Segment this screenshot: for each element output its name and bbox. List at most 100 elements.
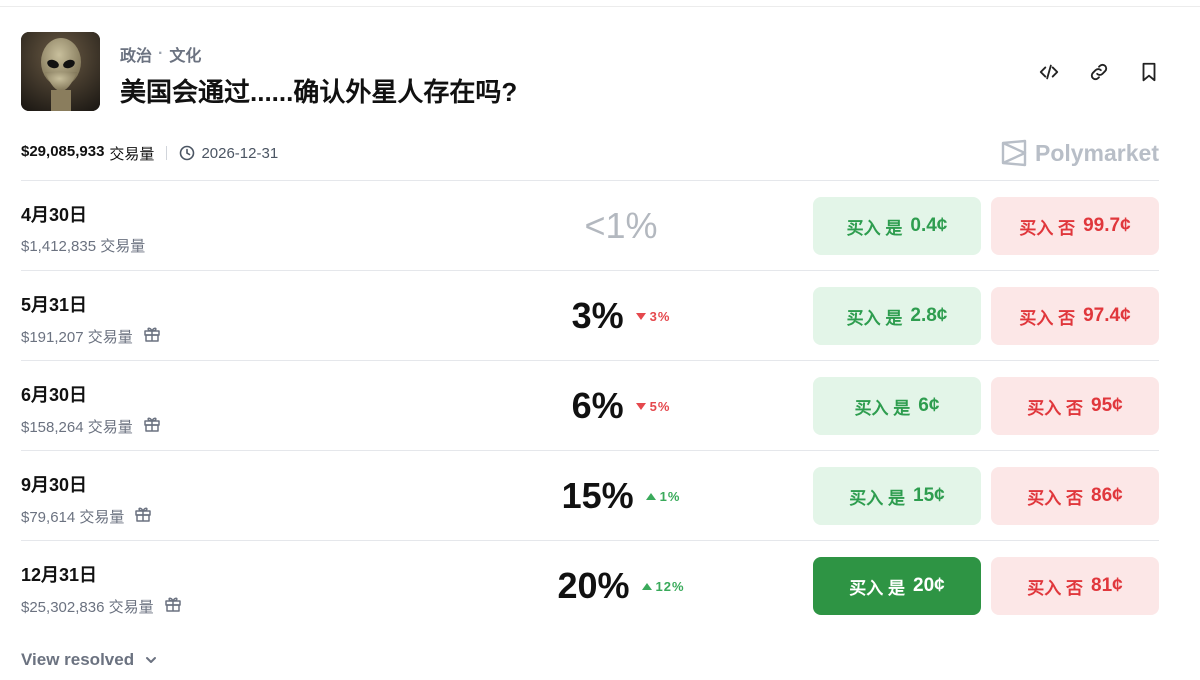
market-label[interactable]: 12月31日 — [21, 561, 182, 587]
market-probability: 3% 3% — [491, 271, 751, 361]
buy-yes-label: 买入 是 — [849, 488, 906, 508]
buy-yes-label: 买入 是 — [846, 308, 903, 328]
link-icon — [1090, 63, 1108, 81]
market-info: 9月30日 $79,614 交易量 — [21, 471, 152, 527]
gift-icon — [143, 415, 161, 437]
buy-yes-price: 0.4¢ — [910, 215, 948, 236]
buy-no-button[interactable]: 买入 否 97.4¢ — [991, 287, 1159, 345]
market-probability: <1% — [491, 181, 751, 271]
buy-no-price: 81¢ — [1091, 575, 1123, 596]
buy-yes-label: 买入 是 — [854, 398, 911, 418]
market-volume: $1,412,835 交易量 — [21, 238, 146, 255]
market-probability: 6% 5% — [491, 361, 751, 451]
total-volume-unit: 交易量 — [109, 145, 155, 163]
buy-no-label: 买入 否 — [1027, 488, 1084, 508]
market-list: 4月30日 $1,412,835 交易量 <1% 买入 是 0.4¢ 买入 否 99.7¢ 5… — [21, 180, 1159, 630]
probability-change: 1% — [645, 488, 681, 504]
market-info: 12月31日 $25,302,836 交易量 — [21, 561, 182, 617]
market-volume-line: $158,264 交易量 — [21, 415, 161, 437]
buy-yes-button[interactable]: 买入 是 0.4¢ — [813, 197, 981, 255]
buy-yes-label: 买入 是 — [846, 218, 903, 238]
chevron-down-icon — [146, 657, 157, 663]
buy-yes-button[interactable]: 买入 是 6¢ — [813, 377, 981, 435]
buy-no-button[interactable]: 买入 否 99.7¢ — [991, 197, 1159, 255]
polymarket-logo: Polymarket — [1001, 139, 1159, 167]
embed-button[interactable] — [1037, 60, 1061, 84]
end-date: 2026-12-31 — [179, 145, 278, 162]
buy-no-price: 97.4¢ — [1083, 305, 1131, 326]
market-row[interactable]: 6月30日 $158,264 交易量 6% 5% 买入 是 6¢ 买入 否 95¢ — [21, 360, 1159, 450]
event-thumbnail — [21, 32, 100, 111]
market-volume: $25,302,836 交易量 — [21, 598, 154, 616]
market-row[interactable]: 4月30日 $1,412,835 交易量 <1% 买入 是 0.4¢ 买入 否 99.7¢ — [21, 180, 1159, 270]
buy-no-label: 买入 否 — [1027, 398, 1084, 418]
buy-yes-label: 买入 是 — [849, 578, 906, 598]
header-actions — [1037, 60, 1161, 84]
gift-icon — [134, 505, 152, 527]
event-title: 美国会通过......确认外星人存在吗? — [120, 77, 518, 107]
triangle-up-icon — [641, 582, 652, 590]
probability-value: 3% — [571, 295, 624, 336]
market-volume: $158,264 交易量 — [21, 418, 133, 436]
buy-no-label: 买入 否 — [1027, 578, 1084, 598]
event-meta: $29,085,933 交易量 2026-12-31 Polymarket — [21, 139, 1159, 167]
event-header: 政治 · 文化 美国会通过......确认外星人存在吗? — [21, 32, 1161, 112]
market-volume-line: $1,412,835 交易量 — [21, 235, 145, 256]
market-row[interactable]: 9月30日 $79,614 交易量 15% 1% 买入 是 15¢ 买入 否 86¢ — [21, 450, 1159, 540]
market-info: 5月31日 $191,207 交易量 — [21, 291, 161, 347]
triangle-down-icon — [635, 402, 646, 410]
market-volume: $191,207 交易量 — [21, 328, 133, 346]
brand-name: Polymarket — [1034, 139, 1159, 166]
probability-value: 6% — [571, 385, 624, 426]
buy-no-price: 86¢ — [1091, 485, 1123, 506]
top-divider — [0, 6, 1200, 7]
probability-change-value: 1% — [659, 488, 681, 504]
probability-change-value: 3% — [649, 308, 671, 324]
clock-icon — [180, 145, 195, 161]
probability-change-value: 5% — [649, 398, 671, 414]
buy-yes-button[interactable]: 买入 是 2.8¢ — [813, 287, 981, 345]
buy-yes-price: 6¢ — [918, 395, 940, 416]
buy-yes-price: 15¢ — [913, 485, 945, 506]
buy-no-button[interactable]: 买入 否 95¢ — [991, 377, 1159, 435]
market-label[interactable]: 5月31日 — [21, 291, 161, 317]
buy-no-button[interactable]: 买入 否 86¢ — [991, 467, 1159, 525]
view-resolved-label: View resolved — [21, 650, 135, 669]
probability-value: 20% — [557, 565, 630, 606]
market-row[interactable]: 12月31日 $25,302,836 交易量 20% 12% 买入 是 20¢ 买入 否 81… — [21, 540, 1159, 630]
buy-yes-button[interactable]: 买入 是 20¢ — [813, 557, 981, 615]
market-volume-line: $25,302,836 交易量 — [21, 595, 182, 617]
tag-culture[interactable]: 文化 — [169, 42, 201, 66]
bookmark-icon — [1142, 62, 1156, 82]
tag-separator: · — [158, 45, 164, 62]
bookmark-button[interactable] — [1137, 60, 1161, 84]
polymarket-logo-icon — [1001, 139, 1027, 167]
code-icon — [1039, 64, 1059, 80]
category-tags: 政治 · 文化 — [120, 42, 201, 66]
buy-yes-button[interactable]: 买入 是 15¢ — [813, 467, 981, 525]
probability-change-value: 12% — [655, 578, 685, 594]
market-row[interactable]: 5月31日 $191,207 交易量 3% 3% 买入 是 2.8¢ 买入 否 97.4¢ — [21, 270, 1159, 360]
probability-change: 3% — [635, 308, 671, 324]
buy-yes-price: 20¢ — [913, 575, 945, 596]
buy-no-label: 买入 否 — [1019, 218, 1076, 238]
copy-link-button[interactable] — [1087, 60, 1111, 84]
triangle-down-icon — [635, 312, 646, 320]
view-resolved-toggle[interactable]: View resolved — [21, 650, 158, 670]
market-probability: 15% 1% — [491, 451, 751, 541]
market-label[interactable]: 9月30日 — [21, 471, 152, 497]
market-info: 6月30日 $158,264 交易量 — [21, 381, 161, 437]
buy-no-button[interactable]: 买入 否 81¢ — [991, 557, 1159, 615]
gift-icon — [164, 595, 182, 617]
total-volume: $29,085,933 交易量 — [21, 143, 154, 164]
probability-change: 5% — [635, 398, 671, 414]
market-label[interactable]: 4月30日 — [21, 201, 145, 227]
market-label[interactable]: 6月30日 — [21, 381, 161, 407]
probability-change: 12% — [641, 578, 685, 594]
end-date-value: 2026-12-31 — [201, 144, 279, 162]
total-volume-value: $29,085,933 — [21, 142, 105, 160]
tag-politics[interactable]: 政治 — [120, 42, 152, 66]
probability-value: 15% — [561, 475, 634, 516]
triangle-up-icon — [645, 492, 656, 500]
buy-no-price: 99.7¢ — [1083, 215, 1131, 236]
